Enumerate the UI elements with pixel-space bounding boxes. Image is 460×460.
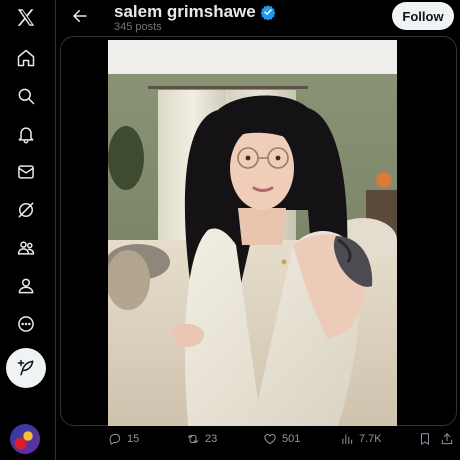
reply-icon [109,433,121,445]
repost-button[interactable]: 23 [186,432,217,446]
repost-count: 23 [205,433,218,445]
mail-icon[interactable] [8,154,44,190]
profile-icon[interactable] [8,268,44,304]
feather-plus-icon [17,359,34,376]
post-image[interactable] [108,40,397,426]
communities-icon[interactable] [8,230,44,266]
post-actions-bar: 15 23 501 7.7K [108,432,454,454]
repost-icon [187,435,199,443]
bell-icon[interactable] [8,116,44,152]
share-icon [441,433,453,445]
bookmark-icon [421,433,429,445]
views-button[interactable]: 7.7K [340,432,382,446]
arrow-left-icon [73,10,87,22]
like-button[interactable]: 501 [263,432,300,446]
x-logo-icon[interactable] [8,0,44,36]
posts-count: 345 posts [114,21,162,33]
profile-name[interactable]: salem grimshawe [114,2,256,22]
follow-button[interactable]: Follow [392,2,454,30]
views-count: 7.7K [359,433,382,445]
verified-badge-icon [260,5,276,20]
account-avatar[interactable] [10,424,40,454]
more-icon[interactable] [8,306,44,342]
reply-button[interactable]: 15 [108,432,139,446]
share-button[interactable] [440,432,454,446]
profile-name-row: salem grimshawe [114,2,276,22]
home-icon[interactable] [8,40,44,76]
like-count: 501 [282,433,301,445]
bookmark-button[interactable] [418,432,432,446]
back-button[interactable] [66,4,94,28]
heart-icon [264,434,276,445]
grok-icon[interactable] [8,192,44,228]
post-button[interactable] [6,348,46,388]
post-header: salem grimshawe 345 posts Follow [56,0,460,40]
sidebar [0,0,56,460]
reply-count: 15 [127,433,140,445]
search-icon[interactable] [8,78,44,114]
views-icon [342,434,353,445]
